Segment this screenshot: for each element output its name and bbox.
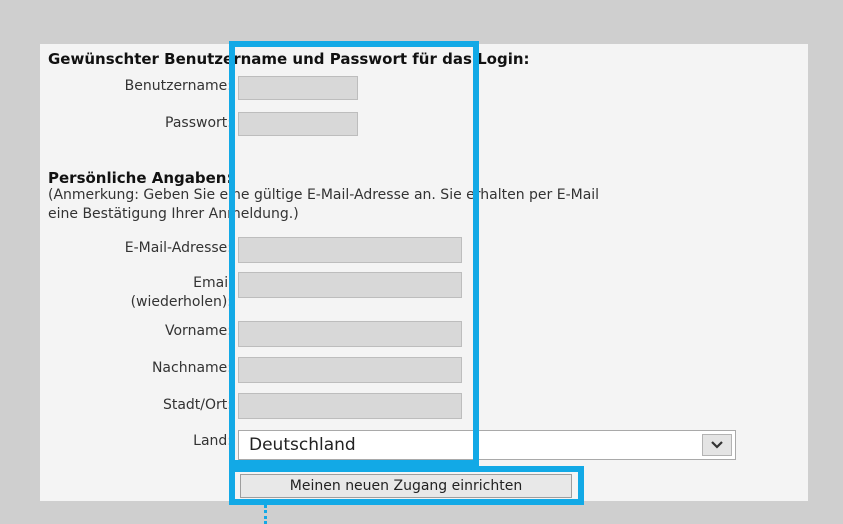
- highlight-box-fields: [229, 41, 479, 466]
- highlight-box-button: [229, 466, 584, 505]
- email-repeat-label: Email (wiederholen):: [40, 274, 232, 312]
- highlight-connector: [264, 505, 267, 524]
- email-label: E-Mail-Adresse:: [124, 240, 232, 256]
- lastname-label: Nachname:: [151, 360, 232, 376]
- username-label: Benutzername:: [124, 78, 232, 94]
- city-label: Stadt/Ort:: [162, 397, 232, 413]
- firstname-label: Vorname:: [165, 323, 232, 339]
- email-repeat-label-line1: Email: [193, 275, 232, 291]
- country-label: Land:: [193, 433, 232, 449]
- chevron-down-icon[interactable]: [702, 434, 732, 456]
- email-repeat-label-line2: (wiederholen):: [130, 294, 232, 310]
- password-label: Passwort:: [165, 115, 232, 131]
- personal-heading: Persönliche Angaben:: [48, 169, 233, 187]
